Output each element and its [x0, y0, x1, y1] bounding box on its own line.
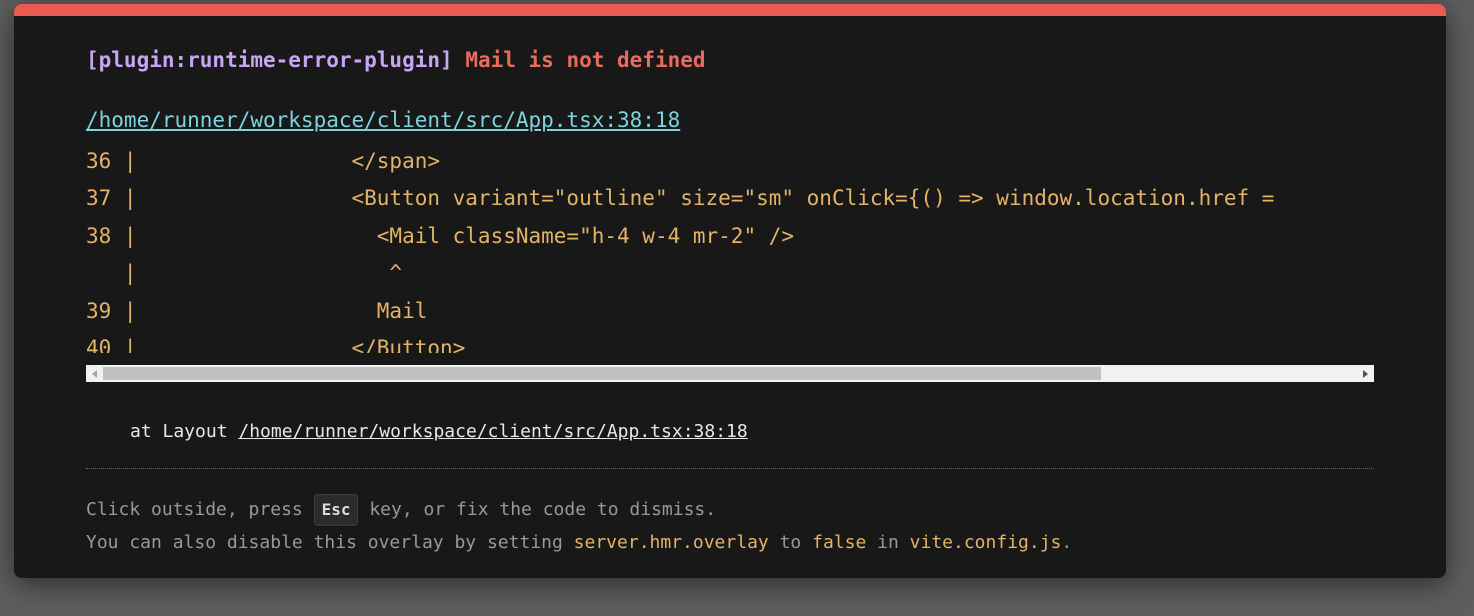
- divider: [86, 468, 1374, 469]
- dismiss-tip: Click outside, press Esc key, or fix the…: [86, 494, 716, 526]
- code-line-error: 38 | <Mail className="h-4 w-4 mr-2" />: [86, 223, 795, 248]
- error-file-link[interactable]: /home/runner/workspace/client/src/App.ts…: [86, 106, 680, 134]
- tip-text: in: [866, 532, 910, 553]
- stack-trace: at Layout /home/runner/workspace/client/…: [130, 420, 748, 444]
- code-line: 40 | </Button>: [86, 335, 466, 353]
- tip-text: key, or fix the code to dismiss.: [358, 499, 717, 520]
- scroll-left-arrow-icon[interactable]: [86, 365, 103, 382]
- stack-file-link[interactable]: /home/runner/workspace/client/src/App.ts…: [238, 421, 747, 442]
- error-message: [plugin:runtime-error-plugin] Mail is no…: [86, 46, 706, 74]
- config-value: false: [812, 532, 867, 553]
- tip-text: You can also disable this overlay by set…: [86, 532, 574, 553]
- config-file: vite.config.js: [909, 532, 1062, 553]
- horizontal-scrollbar[interactable]: [86, 365, 1374, 382]
- code-line: 39 | Mail: [86, 298, 428, 323]
- code-line: 36 | </span>: [86, 149, 441, 173]
- code-line-caret: | ^: [86, 261, 403, 286]
- tip-text: .: [1061, 532, 1073, 553]
- tip-text: to: [768, 532, 813, 553]
- scrollbar-thumb[interactable]: [103, 367, 1101, 380]
- stack-prefix: at Layout: [130, 421, 239, 442]
- code-frame: 36 | </span> 37 | <Button variant="outli…: [86, 143, 1374, 353]
- code-line: 37 | <Button variant="outline" size="sm"…: [86, 186, 1275, 211]
- scroll-right-arrow-icon[interactable]: [1357, 365, 1374, 382]
- plugin-name: [plugin:runtime-error-plugin]: [86, 48, 453, 72]
- disable-tip: You can also disable this overlay by set…: [86, 531, 1072, 555]
- esc-key: Esc: [313, 494, 359, 526]
- error-text: Mail is not defined: [465, 48, 706, 72]
- tip-text: Click outside, press: [86, 499, 314, 520]
- config-option: server.hmr.overlay: [573, 532, 769, 553]
- error-overlay: [plugin:runtime-error-plugin] Mail is no…: [14, 4, 1446, 578]
